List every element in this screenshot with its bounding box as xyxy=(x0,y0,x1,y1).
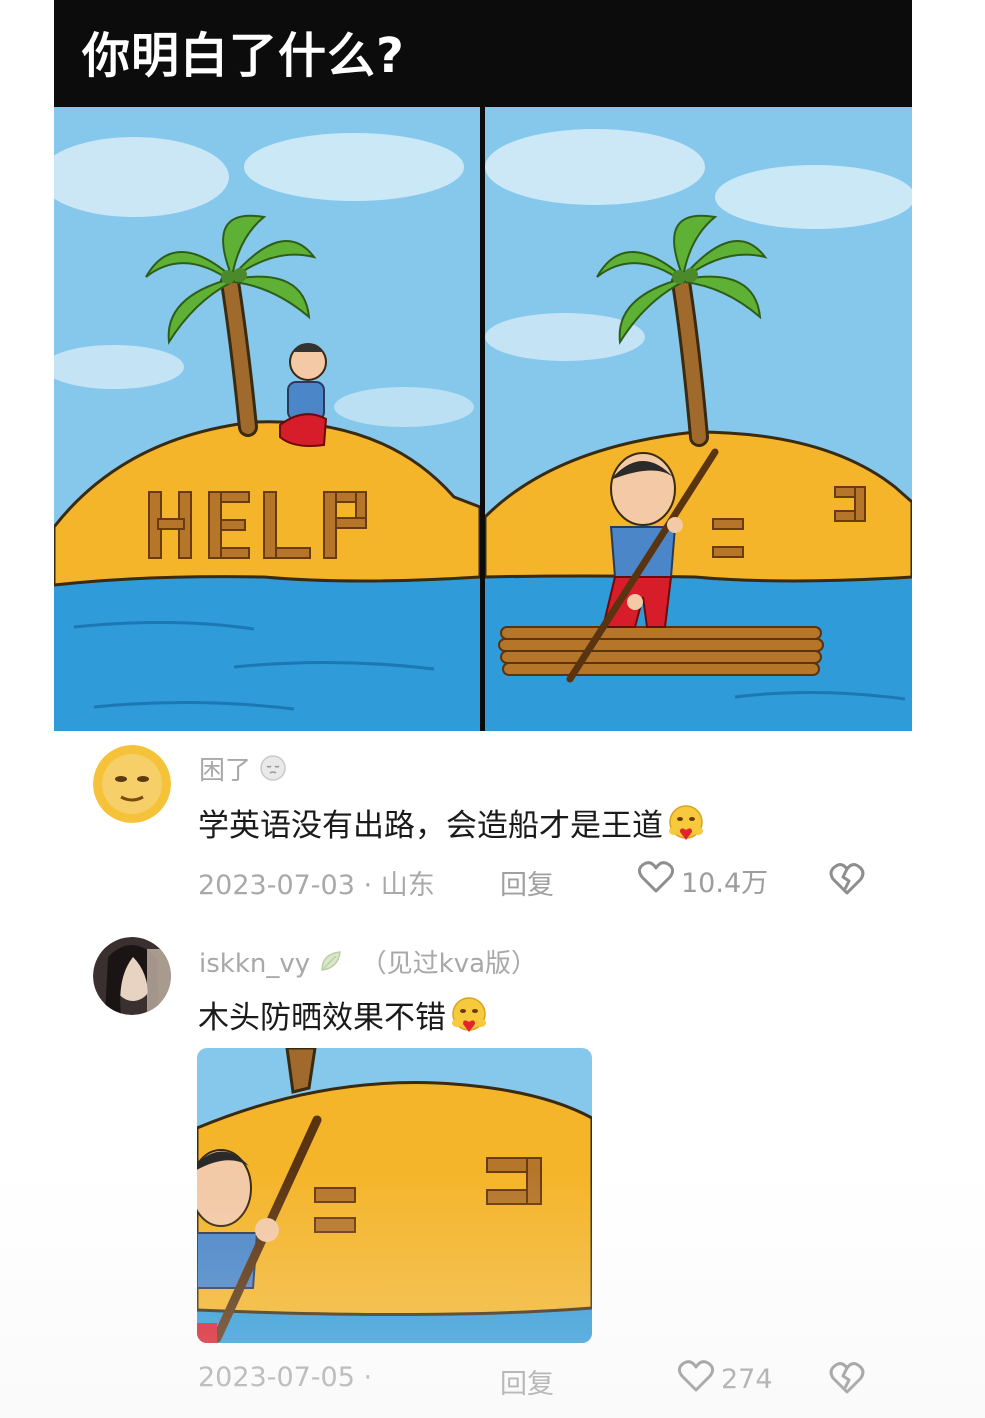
sleepy-face-emoji-icon xyxy=(259,754,287,789)
meta-separator: · xyxy=(363,870,373,901)
heart-icon xyxy=(637,860,675,901)
meta-separator: · xyxy=(363,1362,373,1393)
comment-username[interactable]: iskkn_vy （见过kva版） xyxy=(199,943,537,981)
comment-meta: 2023-07-05 · xyxy=(198,1362,372,1393)
like-count: 274 xyxy=(721,1364,773,1395)
comic-image[interactable] xyxy=(54,107,912,731)
post-title: 你明白了什么? xyxy=(54,0,912,107)
comic-panel-left xyxy=(54,107,480,731)
comment-date: 2023-07-03 xyxy=(198,870,355,901)
like-count: 10.4万 xyxy=(681,868,769,899)
comment-text: 学英语没有出路，会造船才是王道 xyxy=(198,800,709,852)
like-button[interactable]: 10.4万 xyxy=(637,860,768,901)
heart-hug-emoji-icon xyxy=(663,804,709,852)
comic-panel-right xyxy=(485,107,912,731)
comment-date: 2023-07-05 xyxy=(198,1362,355,1393)
heart-icon xyxy=(677,1359,715,1400)
heart-hug-emoji-icon xyxy=(446,996,492,1044)
comment-location: 山东 xyxy=(380,870,435,901)
like-button[interactable]: 274 xyxy=(677,1359,773,1400)
avatar[interactable] xyxy=(93,937,171,1015)
broken-heart-icon[interactable] xyxy=(829,1361,865,1399)
comment-tag: （见过kva版） xyxy=(360,949,538,979)
leaf-emoji-icon xyxy=(318,948,344,981)
comment-text: 木头防晒效果不错 xyxy=(198,992,492,1044)
broken-heart-icon[interactable] xyxy=(829,862,865,900)
comment-username[interactable]: 困了 xyxy=(199,750,287,789)
reply-button[interactable]: 回复 xyxy=(500,863,554,902)
comment-attached-image[interactable] xyxy=(197,1048,592,1343)
reply-button[interactable]: 回复 xyxy=(500,1362,554,1401)
avatar[interactable] xyxy=(93,745,171,823)
comment-meta: 2023-07-03 · 山东 xyxy=(198,863,435,902)
